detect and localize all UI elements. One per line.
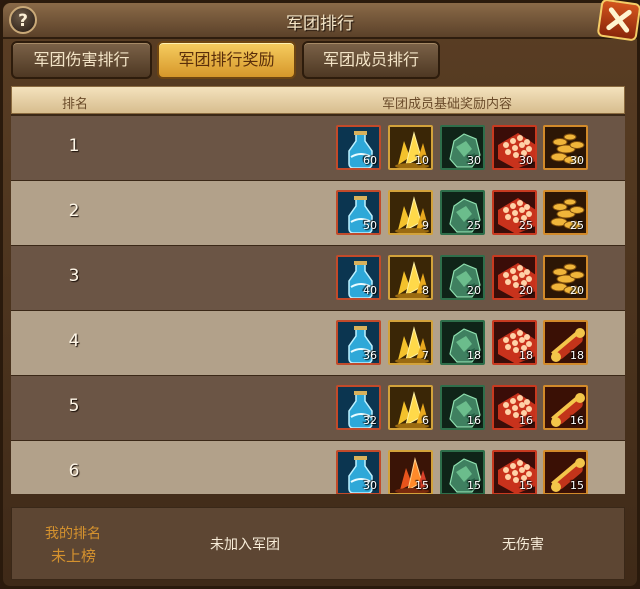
item-quantity: 15: [415, 479, 429, 492]
reward-item[interactable]: 10: [388, 125, 433, 170]
reward-item[interactable]: 30: [336, 450, 381, 494]
reward-item[interactable]: 16: [543, 385, 588, 430]
row-rank: 2: [68, 201, 80, 221]
my-rank-footer: 我的排名 未上榜 未加入军团 无伤害: [11, 507, 625, 580]
reward-item[interactable]: 6: [388, 385, 433, 430]
reward-item[interactable]: 20: [492, 255, 537, 300]
reward-item[interactable]: 20: [543, 255, 588, 300]
row-rank: 5: [68, 396, 80, 416]
reward-item[interactable]: 50: [336, 190, 381, 235]
reward-column-header: 军团成员基础奖励内容: [382, 97, 513, 112]
item-quantity: 10: [415, 154, 429, 167]
item-quantity: 7: [422, 349, 429, 362]
help-label: ?: [18, 11, 28, 31]
item-quantity: 30: [363, 479, 377, 492]
item-quantity: 8: [422, 284, 429, 297]
item-quantity: 25: [467, 219, 481, 232]
close-button[interactable]: [596, 0, 640, 42]
reward-table[interactable]: 排名 军团成员基础奖励内容 1 60 10 30 30 30 2 50 9 25 25 25 3 40 8 2…: [11, 86, 625, 494]
table-row: 5 32 6 16 16 16: [11, 376, 625, 440]
reward-item[interactable]: 15: [492, 450, 537, 494]
close-icon: [606, 7, 632, 33]
title-bar: 军团排行: [3, 3, 637, 39]
item-quantity: 15: [467, 479, 481, 492]
my-rank-value: 未上榜: [51, 547, 97, 565]
item-quantity: 20: [570, 284, 584, 297]
item-quantity: 50: [363, 219, 377, 232]
reward-item[interactable]: 15: [388, 450, 433, 494]
item-quantity: 30: [519, 154, 533, 167]
tab-legion-ranking-reward[interactable]: 军团排行奖励: [157, 41, 296, 79]
reward-item[interactable]: 20: [440, 255, 485, 300]
item-quantity: 30: [467, 154, 481, 167]
reward-item[interactable]: 18: [440, 320, 485, 365]
item-quantity: 36: [363, 349, 377, 362]
reward-item[interactable]: 15: [543, 450, 588, 494]
row-rank: 4: [68, 331, 80, 351]
legion-status: 未加入军团: [210, 537, 280, 553]
damage-status: 无伤害: [502, 537, 544, 553]
row-rank: 3: [68, 266, 80, 286]
reward-item[interactable]: 8: [388, 255, 433, 300]
window-title: 军团排行: [286, 14, 354, 34]
table-row: 3 40 8 20 20 20: [11, 246, 625, 310]
item-quantity: 32: [363, 414, 377, 427]
item-quantity: 6: [422, 414, 429, 427]
tab-legion-damage-ranking[interactable]: 军团伤害排行: [11, 41, 152, 79]
reward-item[interactable]: 16: [440, 385, 485, 430]
item-quantity: 16: [467, 414, 481, 427]
tab-legion-member-ranking[interactable]: 军团成员排行: [302, 41, 440, 79]
item-quantity: 15: [519, 479, 533, 492]
reward-item[interactable]: 30: [543, 125, 588, 170]
item-quantity: 25: [570, 219, 584, 232]
reward-item[interactable]: 7: [388, 320, 433, 365]
item-quantity: 20: [467, 284, 481, 297]
reward-item[interactable]: 16: [492, 385, 537, 430]
reward-item[interactable]: 60: [336, 125, 381, 170]
reward-item[interactable]: 18: [543, 320, 588, 365]
row-rank: 6: [68, 461, 80, 481]
reward-item[interactable]: 9: [388, 190, 433, 235]
table-row: 6 30 15 15 15 15: [11, 441, 625, 494]
item-quantity: 18: [570, 349, 584, 362]
table-row: 2 50 9 25 25 25: [11, 181, 625, 245]
item-quantity: 16: [570, 414, 584, 427]
item-quantity: 18: [467, 349, 481, 362]
item-quantity: 60: [363, 154, 377, 167]
item-quantity: 30: [570, 154, 584, 167]
reward-item[interactable]: 15: [440, 450, 485, 494]
reward-item[interactable]: 32: [336, 385, 381, 430]
table-row: 4 36 7 18 18 18: [11, 311, 625, 375]
reward-item[interactable]: 30: [440, 125, 485, 170]
item-quantity: 40: [363, 284, 377, 297]
reward-item[interactable]: 18: [492, 320, 537, 365]
item-quantity: 15: [570, 479, 584, 492]
item-quantity: 20: [519, 284, 533, 297]
item-quantity: 25: [519, 219, 533, 232]
my-rank-label: 我的排名: [45, 526, 101, 542]
rank-column-header: 排名: [62, 97, 89, 112]
item-quantity: 9: [422, 219, 429, 232]
item-quantity: 16: [519, 414, 533, 427]
reward-item[interactable]: 36: [336, 320, 381, 365]
reward-item[interactable]: 30: [492, 125, 537, 170]
table-row: 1 60 10 30 30 30: [11, 116, 625, 180]
reward-item[interactable]: 25: [440, 190, 485, 235]
item-quantity: 18: [519, 349, 533, 362]
help-button[interactable]: ?: [9, 6, 37, 34]
reward-item[interactable]: 40: [336, 255, 381, 300]
reward-item[interactable]: 25: [492, 190, 537, 235]
table-header: 排名 军团成员基础奖励内容: [11, 86, 625, 114]
row-rank: 1: [68, 136, 80, 156]
reward-item[interactable]: 25: [543, 190, 588, 235]
